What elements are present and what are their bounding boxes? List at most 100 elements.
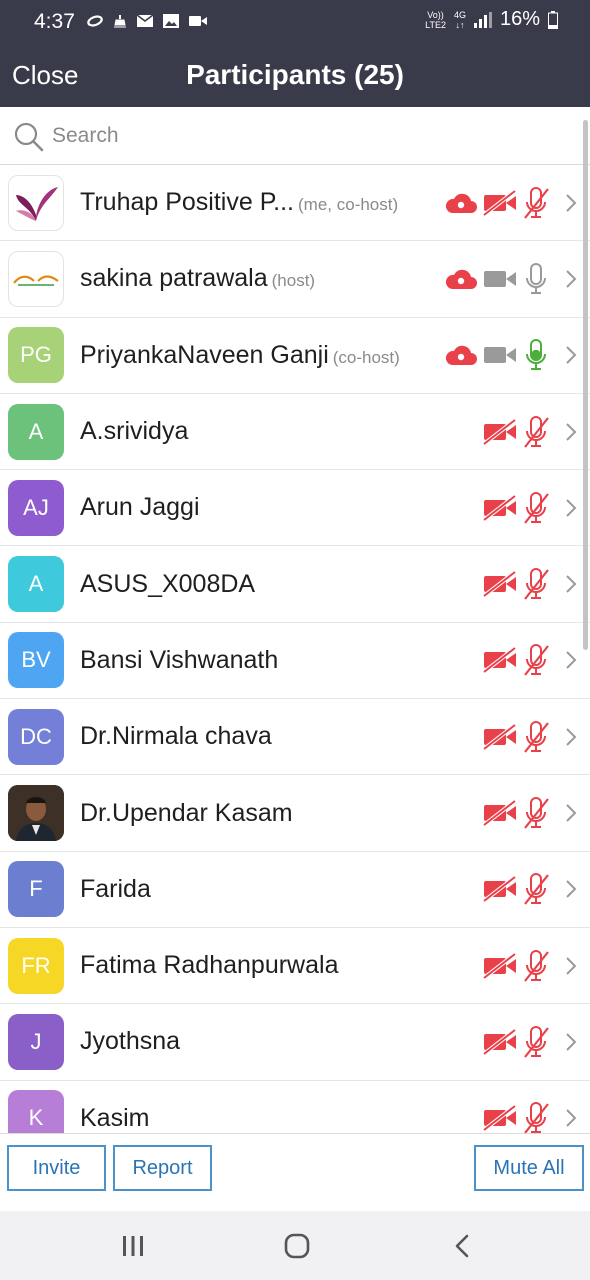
avatar-initials: A bbox=[28, 571, 44, 597]
chevron-right-icon[interactable] bbox=[564, 955, 578, 977]
mic-muted-icon[interactable] bbox=[522, 415, 550, 449]
participant-row[interactable]: F Farida bbox=[0, 852, 590, 928]
participant-status-icons bbox=[482, 872, 550, 906]
video-off-icon[interactable] bbox=[482, 418, 518, 445]
participant-role: (co-host) bbox=[332, 347, 400, 367]
participant-name: ASUS_X008DA bbox=[80, 569, 256, 598]
search-input[interactable] bbox=[52, 119, 552, 153]
microphone-icon[interactable] bbox=[522, 262, 550, 296]
bottom-action-bar: Invite Report Mute All bbox=[0, 1133, 590, 1211]
video-on-icon[interactable] bbox=[482, 342, 518, 368]
video-off-icon[interactable] bbox=[482, 800, 518, 827]
video-off-icon[interactable] bbox=[482, 647, 518, 674]
network-line2: ↓↑ bbox=[455, 19, 465, 30]
avatar-initials: K bbox=[28, 1105, 44, 1131]
chevron-right-icon[interactable] bbox=[564, 421, 578, 443]
participant-row[interactable]: AJ Arun Jaggi bbox=[0, 470, 590, 547]
mic-muted-icon[interactable] bbox=[522, 949, 550, 983]
status-right: Vo)) LTE2 4G ↓↑ 16% bbox=[425, 8, 558, 31]
mic-muted-icon[interactable] bbox=[522, 796, 550, 830]
video-off-icon[interactable] bbox=[482, 876, 518, 903]
status-time: 4:37 bbox=[34, 10, 75, 33]
avatar: BV bbox=[8, 632, 64, 689]
participant-name-wrap: Farida bbox=[80, 875, 151, 904]
chevron-right-icon[interactable] bbox=[564, 802, 578, 824]
video-off-icon[interactable] bbox=[482, 1105, 518, 1132]
video-off-icon[interactable] bbox=[482, 723, 518, 750]
participant-name-wrap: Kasim bbox=[80, 1104, 149, 1133]
participant-row[interactable]: BV Bansi Vishwanath bbox=[0, 623, 590, 700]
video-off-icon[interactable] bbox=[482, 189, 518, 216]
participant-row[interactable]: sakina patrawala (host) bbox=[0, 241, 590, 318]
avatar-initials: DC bbox=[20, 723, 52, 749]
video-off-icon[interactable] bbox=[482, 952, 518, 979]
participant-row[interactable]: J Jyothsna bbox=[0, 1004, 590, 1081]
participant-name: Jyothsna bbox=[80, 1027, 181, 1056]
home-icon[interactable] bbox=[284, 1233, 310, 1259]
battery-percent: 16% bbox=[499, 8, 540, 30]
mute-all-button[interactable]: Mute All bbox=[474, 1145, 584, 1191]
participant-name: A.srividya bbox=[80, 417, 189, 446]
participant-row[interactable]: PG PriyankaNaveen Ganji (co-host) bbox=[0, 318, 590, 394]
battery-icon bbox=[548, 10, 558, 29]
chevron-right-icon[interactable] bbox=[564, 573, 578, 595]
scrollbar[interactable] bbox=[583, 120, 588, 650]
participant-name: Dr.Upendar Kasam bbox=[80, 798, 293, 827]
chevron-right-icon[interactable] bbox=[564, 192, 578, 214]
chevron-right-icon[interactable] bbox=[564, 726, 578, 748]
mail-icon bbox=[136, 14, 154, 27]
avatar: F bbox=[8, 861, 64, 918]
search-icon bbox=[14, 122, 44, 152]
chevron-right-icon[interactable] bbox=[564, 878, 578, 900]
mic-muted-icon[interactable] bbox=[522, 186, 550, 220]
participant-status-icons bbox=[444, 338, 550, 372]
video-off-icon[interactable] bbox=[482, 1028, 518, 1055]
recent-apps-icon[interactable] bbox=[120, 1235, 146, 1257]
participant-row[interactable]: Truhap Positive P... (me, co-host) bbox=[0, 165, 590, 242]
participant-name: sakina patrawala bbox=[80, 264, 268, 293]
participant-name-wrap: Fatima Radhanpurwala bbox=[80, 951, 338, 980]
volte-line2: LTE2 bbox=[425, 19, 446, 30]
mic-muted-icon[interactable] bbox=[522, 1101, 550, 1133]
participant-row[interactable]: Dr.Upendar Kasam bbox=[0, 775, 590, 852]
chevron-right-icon[interactable] bbox=[564, 268, 578, 290]
video-off-icon[interactable] bbox=[482, 571, 518, 598]
mic-muted-icon[interactable] bbox=[522, 491, 550, 525]
mic-muted-icon[interactable] bbox=[522, 567, 550, 601]
participant-row[interactable]: A ASUS_X008DA bbox=[0, 546, 590, 623]
participant-status-icons bbox=[482, 643, 550, 677]
participant-list[interactable]: Truhap Positive P... (me, co-host) sakina … bbox=[0, 165, 590, 1133]
mic-muted-icon[interactable] bbox=[522, 1025, 550, 1059]
signal-icon bbox=[473, 11, 492, 28]
mic-muted-icon[interactable] bbox=[522, 872, 550, 906]
video-off-icon[interactable] bbox=[482, 494, 518, 521]
chevron-right-icon[interactable] bbox=[564, 344, 578, 366]
gallery-icon bbox=[163, 14, 179, 28]
mic-muted-icon[interactable] bbox=[522, 643, 550, 677]
participant-name: PriyankaNaveen Ganji bbox=[80, 340, 329, 369]
avatar: DC bbox=[8, 708, 64, 765]
avatar-initials: A bbox=[28, 418, 44, 444]
participant-status-icons bbox=[482, 491, 550, 525]
notification-icons bbox=[86, 13, 208, 29]
participant-status-icons bbox=[444, 186, 550, 220]
chevron-right-icon[interactable] bbox=[564, 1031, 578, 1053]
status-bar: 4:37 Vo)) LTE2 4G ↓↑ 16% bbox=[0, 0, 590, 44]
participant-row[interactable]: A A.srividya bbox=[0, 394, 590, 471]
butterfly-logo-icon bbox=[16, 186, 58, 221]
video-notification-icon bbox=[189, 16, 207, 26]
participant-row[interactable]: DC Dr.Nirmala chava bbox=[0, 699, 590, 776]
report-button[interactable]: Report bbox=[113, 1145, 212, 1191]
mic-muted-icon[interactable] bbox=[522, 720, 550, 754]
video-on-icon[interactable] bbox=[482, 266, 518, 292]
participant-row[interactable]: K Kasim bbox=[0, 1081, 590, 1133]
chevron-right-icon[interactable] bbox=[564, 649, 578, 671]
invite-button[interactable]: Invite bbox=[7, 1145, 106, 1191]
chevron-right-icon[interactable] bbox=[564, 497, 578, 519]
volte-indicator: Vo)) LTE2 bbox=[425, 10, 446, 30]
participant-row[interactable]: FR Fatima Radhanpurwala bbox=[0, 928, 590, 1005]
microphone-icon[interactable] bbox=[522, 338, 550, 372]
chevron-right-icon[interactable] bbox=[564, 1107, 578, 1129]
avatar: A bbox=[8, 403, 64, 460]
back-icon[interactable] bbox=[454, 1234, 470, 1258]
